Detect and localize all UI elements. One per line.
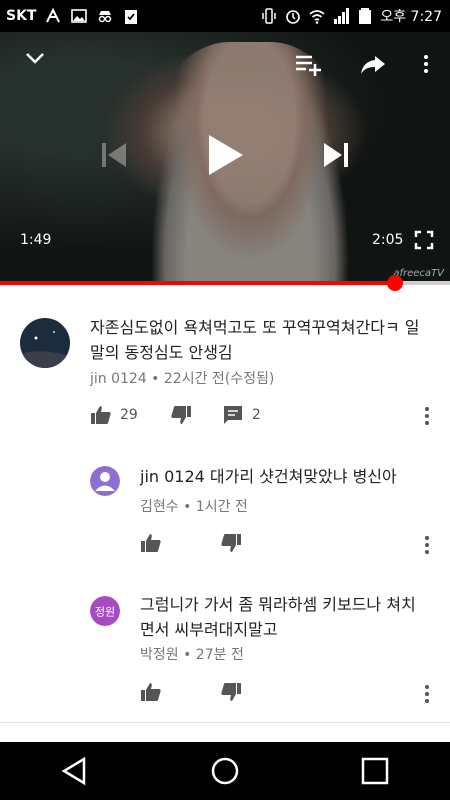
vibrate-icon	[262, 8, 277, 24]
video-player[interactable]: 1:49 2:05	[0, 32, 450, 282]
avatar[interactable]	[90, 466, 120, 496]
back-icon[interactable]	[60, 756, 90, 786]
recents-icon[interactable]	[360, 756, 390, 786]
divider	[0, 722, 450, 723]
share-icon[interactable]	[360, 54, 386, 76]
spy-icon	[99, 11, 112, 23]
video-more-icon[interactable]	[416, 52, 436, 76]
reply-text: jin 0124 대가리 샷건쳐맞았냐 병신아	[140, 467, 397, 486]
reply-actions	[140, 532, 242, 554]
avatar[interactable]: 정원	[90, 596, 120, 626]
status-bar: SKT 오후 7:27	[0, 0, 450, 32]
dislike-icon[interactable]	[220, 532, 242, 554]
avatar[interactable]	[20, 318, 70, 368]
image-icon	[71, 9, 88, 23]
avatar-initials: 정원	[95, 606, 115, 619]
reply-meta: 박정원 • 27분 전	[140, 647, 244, 663]
comment-more-icon[interactable]	[417, 404, 437, 428]
reply-text: 그럼니가 가서 좀 뭐라하셈 키보드나 쳐치면서 씨부려대지말고	[140, 595, 416, 639]
reply-meta: 김현수 • 1시간 전	[140, 499, 248, 515]
reply-actions	[140, 681, 242, 703]
signal-icon	[334, 8, 350, 24]
alarm-icon	[286, 10, 301, 24]
video-progress-fill	[0, 281, 396, 285]
comment-text: 자존심도없이 욕쳐먹고도 또 꾸역꾸역쳐간다ㅋ 일말의 동정심도 안생김	[90, 318, 420, 362]
video-scrubber-handle[interactable]	[387, 275, 404, 291]
home-icon[interactable]	[210, 756, 240, 786]
wifi-icon	[309, 10, 325, 24]
comment-actions: 29 2	[90, 404, 261, 426]
next-icon[interactable]	[322, 140, 350, 170]
dislike-icon[interactable]	[220, 681, 242, 703]
like-icon[interactable]	[90, 404, 112, 426]
reply-more-icon[interactable]	[417, 533, 437, 557]
play-icon[interactable]	[205, 132, 245, 178]
reply-count: 2	[251, 407, 261, 423]
comment-meta: jin 0124 • 22시간 전(수정됨)	[90, 371, 275, 387]
like-icon[interactable]	[140, 681, 162, 703]
usb-icon	[46, 7, 61, 23]
current-time: 1:49	[20, 232, 52, 248]
carrier-label: SKT	[6, 8, 37, 24]
reply-more-icon[interactable]	[417, 682, 437, 706]
like-count: 29	[120, 407, 138, 423]
video-progress-bar[interactable]	[0, 275, 450, 291]
reply-icon[interactable]	[222, 404, 244, 426]
dislike-icon[interactable]	[170, 404, 192, 426]
fullscreen-icon[interactable]	[414, 230, 434, 250]
system-nav-bar	[0, 742, 450, 800]
clock: 오후 7:27	[380, 9, 442, 25]
total-time: 2:05	[372, 232, 404, 248]
previous-icon[interactable]	[100, 140, 128, 170]
clipboard-check-icon	[125, 10, 138, 24]
minimize-chevron-icon[interactable]	[24, 50, 46, 66]
battery-icon	[359, 8, 372, 24]
like-icon[interactable]	[140, 532, 162, 554]
add-to-playlist-icon[interactable]	[294, 54, 322, 76]
